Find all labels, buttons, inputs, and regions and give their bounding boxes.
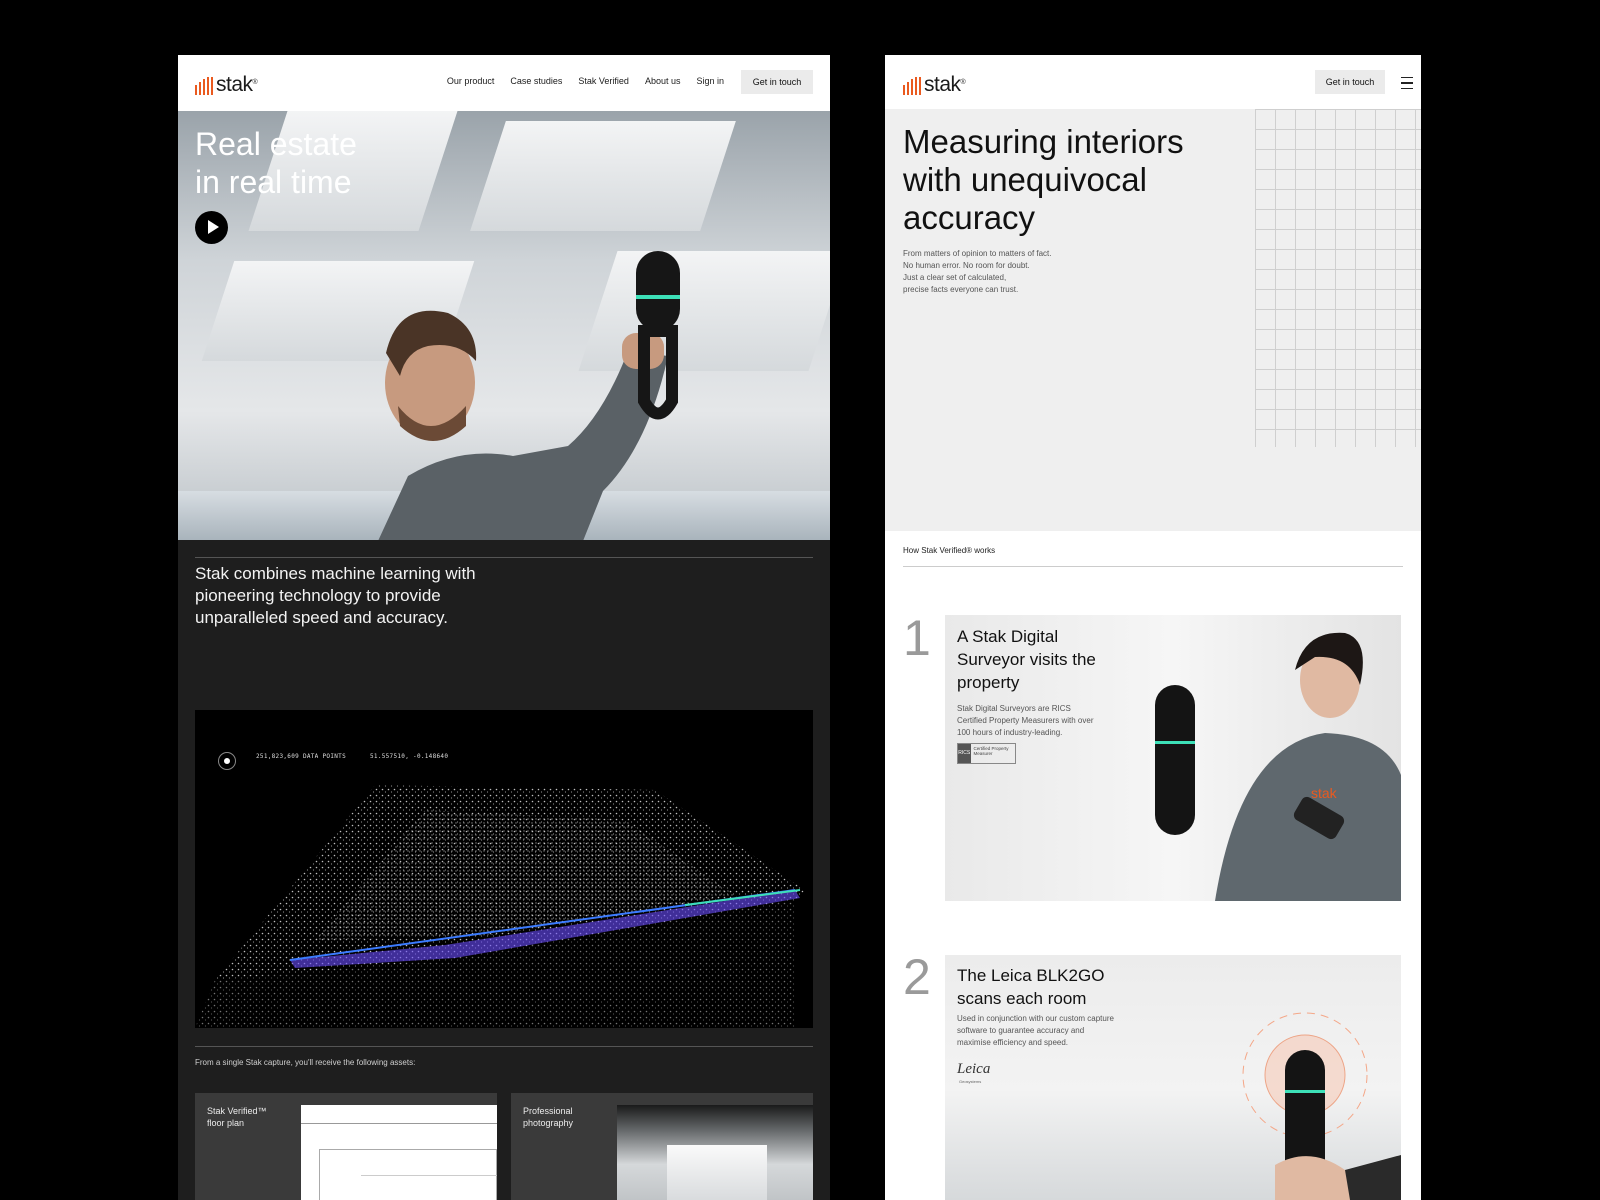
asset-card-label: Stak Verified™ floor plan xyxy=(207,1106,267,1128)
subtext-line: precise facts everyone can trust. xyxy=(903,285,1019,294)
step-number: 1 xyxy=(903,610,931,666)
subtext-line: From matters of opinion to matters of fa… xyxy=(903,249,1052,258)
logo-wordmark: stak xyxy=(216,73,253,96)
divider xyxy=(195,557,813,558)
rics-mark: RICS xyxy=(958,744,971,763)
play-icon[interactable] xyxy=(195,211,228,244)
lead-text: Stak combines machine learning with pion… xyxy=(195,564,476,627)
get-in-touch-button[interactable]: Get in touch xyxy=(1315,70,1385,94)
stak-logo[interactable]: stak® xyxy=(903,71,966,96)
badge-text: Certified Property Measurer xyxy=(973,746,1009,756)
rics-badge: RICS Certified Property Measurer xyxy=(957,743,1016,764)
asset-card-photography[interactable]: Professional photography xyxy=(511,1093,813,1200)
page-title: Measuring interiors with unequivocal acc… xyxy=(903,123,1184,236)
divider xyxy=(195,1046,813,1047)
step-number: 2 xyxy=(903,949,931,1005)
subtext-line: Just a clear set of calculated, xyxy=(903,273,1007,282)
left-page-mockup: stak® Our product Case studies Stak Veri… xyxy=(178,55,830,1200)
scanner-device-icon xyxy=(1155,685,1195,835)
stak-logo[interactable]: stak® xyxy=(195,71,258,96)
step-title: The Leica BLK2GO scans each room xyxy=(957,966,1105,1008)
logo-bars-icon xyxy=(903,77,921,95)
scanning-hand-figure xyxy=(1242,1012,1401,1200)
subtext-line: No human error. No room for doubt. xyxy=(903,261,1030,270)
hero-subtext: From matters of opinion to matters of fa… xyxy=(903,248,1103,296)
leica-logo: Leica xyxy=(957,1061,991,1077)
scanner-device-icon xyxy=(636,251,680,420)
step-body: Used in conjunction with our custom capt… xyxy=(957,1014,1114,1047)
logo-bars-icon xyxy=(195,77,213,95)
divider xyxy=(903,566,1403,567)
asset-card-floor-plan[interactable]: Stak Verified™ floor plan xyxy=(195,1093,497,1200)
nav-case-studies[interactable]: Case studies xyxy=(510,76,562,86)
top-nav: stak® Our product Case studies Stak Veri… xyxy=(178,55,830,111)
section-heading: How Stak Verified® works xyxy=(903,546,996,555)
assets-intro: From a single Stak capture, you'll recei… xyxy=(195,1058,416,1067)
step-card-2: The Leica BLK2GO scans each room Used in… xyxy=(945,955,1401,1200)
hero-title-line-1: Real estate xyxy=(195,126,357,162)
floor-plan-thumbnail xyxy=(301,1105,497,1200)
step-card-1: A Stak Digital Surveyor visits the prope… xyxy=(945,615,1401,901)
right-page-mockup: stak® Get in touch Measuring interiors w… xyxy=(885,55,1421,1200)
nav-links: Our product Case studies Stak Verified A… xyxy=(447,76,724,86)
leica-sub: Geosystems xyxy=(959,1079,982,1084)
hero-image: Real estate in real time xyxy=(178,111,830,540)
point-cloud-render xyxy=(195,785,805,1028)
nav-about-us[interactable]: About us xyxy=(645,76,681,86)
logo-wordmark: stak xyxy=(924,73,961,96)
shirt-stak-logo: stak xyxy=(1311,785,1337,801)
grid-pattern xyxy=(1255,109,1421,447)
get-in-touch-button[interactable]: Get in touch xyxy=(741,70,813,94)
nav-our-product[interactable]: Our product xyxy=(447,76,495,86)
hero-title-line-2: in real time xyxy=(195,164,352,200)
photography-thumbnail xyxy=(617,1105,813,1200)
registered-mark: ® xyxy=(252,79,258,86)
step-body: Stak Digital Surveyors are RICS Certifie… xyxy=(957,704,1094,737)
asset-card-label: Professional photography xyxy=(523,1106,574,1128)
hero-title: Real estate in real time xyxy=(195,125,357,201)
registered-mark: ® xyxy=(960,79,966,86)
step-title: A Stak Digital Surveyor visits the prope… xyxy=(957,627,1096,692)
top-nav: stak® Get in touch xyxy=(885,55,1421,109)
nav-sign-in[interactable]: Sign in xyxy=(696,76,724,86)
point-cloud-visual: 251,823,609 DATA POINTS 51.557510, -0.14… xyxy=(195,710,813,1028)
nav-stak-verified[interactable]: Stak Verified xyxy=(578,76,629,86)
hamburger-menu-icon[interactable] xyxy=(1401,77,1413,89)
